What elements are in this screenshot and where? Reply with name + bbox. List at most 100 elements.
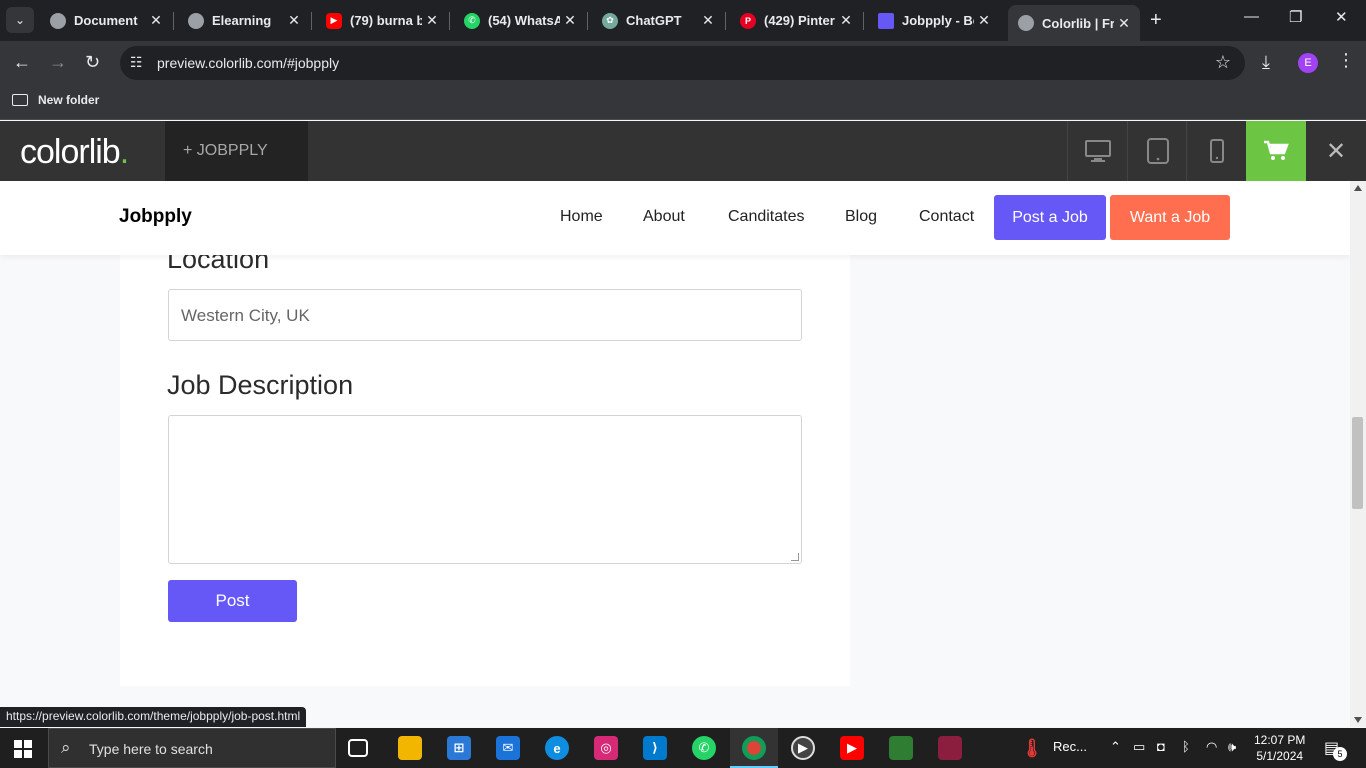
browser-tab-elearning[interactable]: Elearning ✕ — [178, 6, 310, 35]
wifi-icon[interactable]: ◠ — [1206, 739, 1217, 755]
close-icon[interactable]: ✕ — [560, 12, 580, 29]
scroll-up-icon[interactable] — [1354, 185, 1362, 191]
edge-icon[interactable]: e — [545, 736, 569, 760]
microsoft-store-icon[interactable]: ⊞ — [447, 736, 471, 760]
desktop-view-button[interactable] — [1067, 121, 1127, 181]
page-scrollbar[interactable] — [1350, 181, 1366, 727]
start-button[interactable] — [14, 740, 32, 758]
nav-home[interactable]: Home — [560, 208, 603, 226]
back-button[interactable]: ← — [13, 52, 31, 73]
chatgpt-icon: ✿ — [602, 12, 618, 29]
tab-separator — [863, 12, 864, 30]
browser-tab-document[interactable]: Document ✕ — [40, 6, 172, 35]
reload-icon: ↻ — [85, 52, 101, 72]
site-settings-icon[interactable]: ☷ — [130, 54, 143, 71]
desktop-icon — [1084, 140, 1111, 162]
vscode-icon[interactable]: ⟩ — [643, 736, 667, 760]
browser-tab-jobpply[interactable]: Jobpply - Be ✕ — [868, 6, 1000, 35]
weather-label[interactable]: Rec... — [1053, 739, 1087, 754]
close-icon: ✕ — [1325, 137, 1347, 165]
nav-about[interactable]: About — [643, 208, 685, 226]
theme-tab[interactable]: + JOBPPLY — [165, 121, 308, 181]
clock-date: 5/1/2024 — [1256, 749, 1304, 763]
new-tab-button[interactable]: + — [1150, 9, 1162, 32]
tab-title: Elearning — [212, 13, 272, 28]
minimize-button[interactable]: — — [1244, 8, 1259, 25]
browser-tab-youtube[interactable]: ▶ (79) burna b ✕ — [316, 6, 448, 35]
task-view-icon[interactable] — [348, 739, 368, 757]
close-icon[interactable]: ✕ — [146, 12, 166, 29]
nav-contact[interactable]: Contact — [919, 208, 974, 226]
camera-icon[interactable]: ◘ — [1157, 739, 1165, 754]
scrollbar-thumb[interactable] — [1352, 417, 1363, 509]
tablet-view-button[interactable] — [1127, 121, 1187, 181]
weather-thermometer-icon[interactable]: 🌡 — [1020, 736, 1044, 760]
tab-title: (79) burna b — [350, 13, 422, 28]
buy-theme-button[interactable] — [1246, 121, 1306, 181]
job-description-textarea[interactable] — [168, 415, 802, 564]
nav-blog[interactable]: Blog — [845, 208, 877, 226]
battery-icon[interactable]: ▭ — [1133, 739, 1145, 755]
tab-search-button[interactable]: ⌄ — [6, 7, 34, 33]
whatsapp-icon[interactable]: ✆ — [692, 736, 716, 760]
youtube-icon[interactable]: ▶ — [840, 736, 864, 760]
nav-candidates[interactable]: Canditates — [728, 208, 805, 226]
reload-button[interactable]: ↻ — [85, 52, 100, 73]
browser-tab-pinterest[interactable]: P (429) Pinter ✕ — [730, 6, 862, 35]
close-icon[interactable]: ✕ — [1114, 15, 1134, 32]
window-close-button[interactable]: ✕ — [1335, 8, 1348, 26]
close-icon[interactable]: ✕ — [284, 12, 304, 29]
site-brand[interactable]: Jobpply — [119, 206, 192, 228]
winrar-icon[interactable] — [938, 736, 962, 760]
bluetooth-icon[interactable]: ᛒ — [1182, 739, 1190, 754]
page-viewport: Jobpply Home About Canditates Blog Conta… — [0, 181, 1350, 727]
forward-button[interactable]: → — [49, 52, 67, 73]
want-a-job-button[interactable]: Want a Job — [1110, 195, 1230, 240]
close-icon: ✕ — [1335, 9, 1348, 26]
job-description-label: Job Description — [167, 370, 354, 400]
location-input[interactable]: Western City, UK — [168, 289, 802, 341]
instagram-icon[interactable]: ◎ — [594, 736, 618, 760]
close-icon[interactable]: ✕ — [836, 12, 856, 29]
chevron-down-icon: ⌄ — [14, 13, 26, 27]
close-icon[interactable]: ✕ — [422, 12, 442, 29]
scroll-down-icon[interactable] — [1354, 717, 1362, 723]
post-button[interactable]: Post — [168, 580, 297, 622]
close-icon[interactable]: ✕ — [974, 12, 994, 29]
chevron-up-icon[interactable]: ⌃ — [1110, 739, 1121, 755]
url-text[interactable]: preview.colorlib.com/#jobpply — [157, 55, 339, 71]
mobile-view-button[interactable] — [1186, 121, 1246, 181]
whatsapp-icon: ✆ — [464, 12, 480, 29]
browser-menu-button[interactable]: ⋮ — [1337, 50, 1355, 71]
close-preview-button[interactable]: ✕ — [1306, 121, 1366, 181]
volume-icon[interactable]: 🕪 — [1228, 739, 1236, 755]
restore-icon: ❐ — [1289, 9, 1303, 26]
chrome-icon[interactable] — [742, 736, 766, 760]
profile-avatar[interactable]: E — [1298, 53, 1318, 73]
restore-button[interactable]: ❐ — [1289, 8, 1302, 26]
system-clock[interactable]: 12:07 PM 5/1/2024 — [1254, 732, 1305, 764]
downloads-button[interactable]: ⤓ — [1262, 52, 1270, 73]
tab-title: Document — [74, 13, 138, 28]
resize-handle-icon[interactable] — [791, 553, 799, 561]
browser-tab-colorlib[interactable]: Colorlib | Fr ✕ — [1008, 5, 1140, 41]
address-bar[interactable]: ☷ preview.colorlib.com/#jobpply ☆ — [120, 46, 1245, 80]
colorlib-logo[interactable]: colorlib. — [20, 133, 129, 172]
browser-tab-chatgpt[interactable]: ✿ ChatGPT ✕ — [592, 6, 724, 35]
browser-tab-whatsapp[interactable]: ✆ (54) WhatsA ✕ — [454, 6, 586, 35]
bookmark-folder[interactable]: New folder — [12, 93, 99, 107]
globe-icon — [188, 12, 204, 29]
bookmarks-bar: New folder — [0, 85, 1366, 120]
post-a-job-button[interactable]: Post a Job — [994, 195, 1106, 240]
more-vertical-icon: ⋮ — [1337, 50, 1355, 70]
media-player-icon[interactable]: ▶ — [791, 736, 815, 760]
sheets-app-icon[interactable] — [889, 736, 913, 760]
mail-icon[interactable]: ✉ — [496, 736, 520, 760]
job-post-form: Location Western City, UK Job Descriptio… — [120, 241, 850, 686]
notification-badge: 5 — [1333, 747, 1347, 761]
plus-icon: + — [1150, 9, 1162, 31]
close-icon[interactable]: ✕ — [698, 12, 718, 29]
bookmark-star-icon[interactable]: ☆ — [1215, 52, 1231, 73]
file-explorer-icon[interactable] — [398, 736, 422, 760]
taskbar-search[interactable]: ⌕ Type here to search — [48, 728, 336, 768]
